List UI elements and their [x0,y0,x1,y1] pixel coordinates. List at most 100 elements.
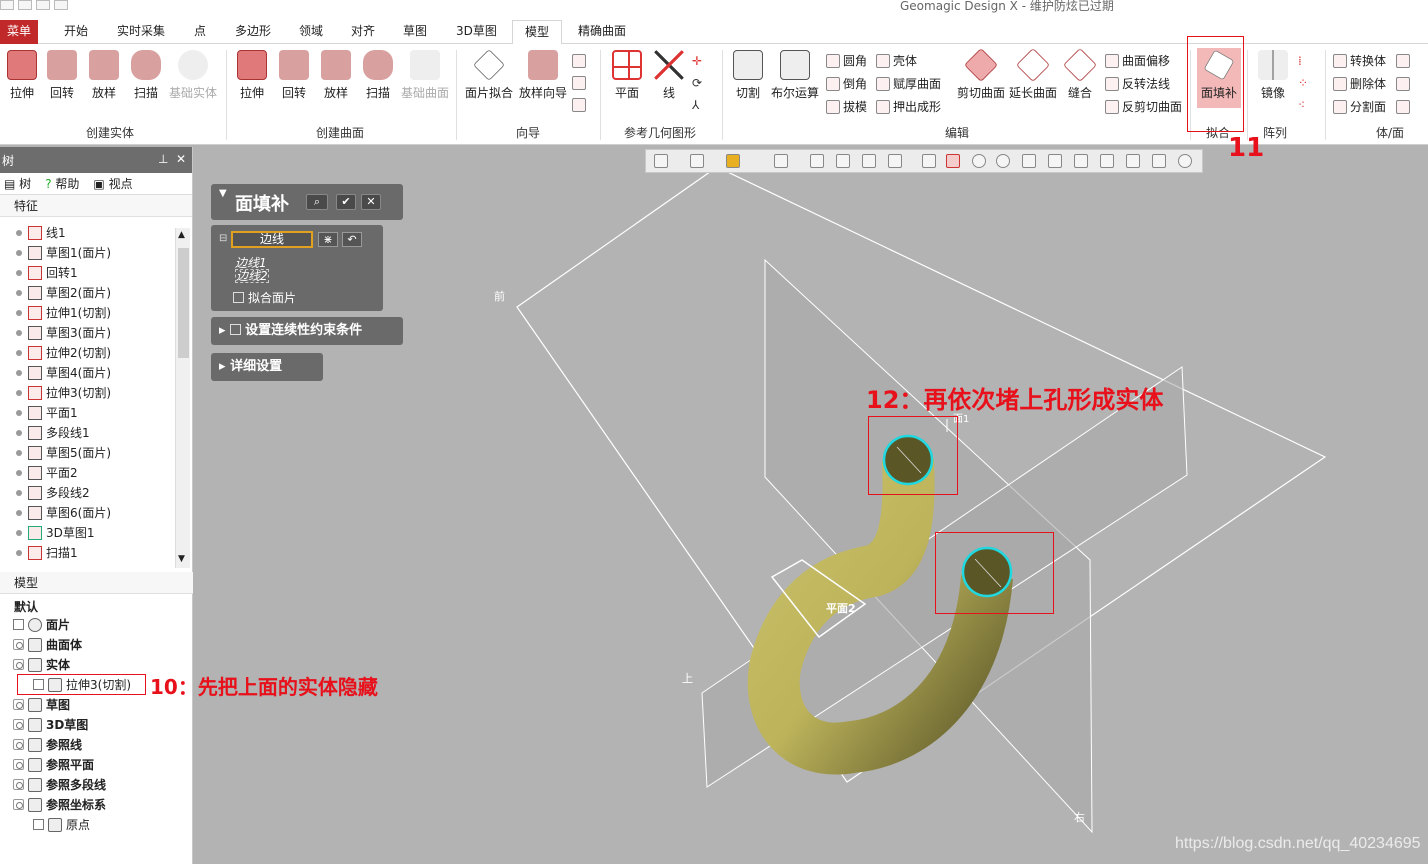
body-face-more-2[interactable] [1396,75,1413,93]
feature-item[interactable]: 拉伸1(切割) [0,303,111,323]
model-item[interactable]: 原点 [0,815,90,835]
eye-icon[interactable] [13,759,24,770]
chamfer-button[interactable]: 倒角 [826,75,867,93]
draft-button[interactable]: 拔模 [826,98,867,116]
tab-model[interactable]: 模型 [512,20,562,45]
ok-button[interactable]: ✔ [336,194,356,210]
solid-extrude-button[interactable]: 拉伸 [0,44,44,101]
solid-base-button[interactable]: 基础实体 [166,44,220,101]
clip-view-icon[interactable] [836,154,850,168]
subtab-help[interactable]: ? 帮助 [45,175,79,192]
feature-item[interactable]: 多段线1 [0,423,90,443]
feature-item[interactable]: 回转1 [0,263,78,283]
view-orient-icon[interactable] [774,154,788,168]
solid-sweep-button[interactable]: 扫描 [124,44,168,101]
undo-selection-button[interactable]: ↶ [342,232,362,247]
edge-item[interactable]: 边线1 [235,257,269,269]
surface-base-button[interactable]: 基础曲面 [398,44,452,101]
feature-item[interactable]: 草图2(面片) [0,283,111,303]
feature-item[interactable]: 草图6(面片) [0,503,111,523]
feature-item[interactable]: 草图4(面片) [0,363,111,383]
feature-item[interactable]: 平面1 [0,403,78,423]
fit-patch-option[interactable]: 拟合面片 [233,289,296,306]
continuity-section[interactable]: ▸ 设置连续性约束条件 [211,317,403,345]
eye-icon[interactable] [13,719,24,730]
untrim-surface-button[interactable]: 反剪切曲面 [1105,98,1182,116]
scroll-down-icon[interactable]: ▼ [178,554,185,564]
ref-coord-button[interactable]: ⅄ [692,96,699,114]
display-mode-icon[interactable] [654,154,668,168]
feature-item[interactable]: 拉伸3(切割) [0,383,111,403]
feature-item[interactable]: 扫描1 [0,543,78,563]
solid-loft-button[interactable]: 放样 [82,44,126,101]
cancel-button[interactable]: ✕ [361,194,381,210]
split-face-button[interactable]: 分割面 [1333,98,1386,116]
circle-select-icon[interactable] [972,154,986,168]
line-select-icon[interactable] [922,154,936,168]
offset-surface-button[interactable]: 曲面偏移 [1105,52,1170,70]
pin-icon[interactable]: ⊥ [158,152,168,166]
freeform-select-icon[interactable] [1022,154,1036,168]
model-item[interactable]: 实体 [0,655,70,675]
array-small-1[interactable]: ⁞ [1298,52,1302,70]
visibility-checkbox[interactable] [33,819,44,830]
array-small-2[interactable]: ⁘ [1298,74,1308,92]
flip-normal-button[interactable]: 反转法线 [1105,75,1170,93]
new-file-icon[interactable] [0,0,14,10]
model-item[interactable]: 3D草图 [0,715,88,735]
edge-selector[interactable]: 边线 [231,231,313,248]
feature-item[interactable]: 拉伸2(切割) [0,343,111,363]
eye-icon[interactable] [13,659,24,670]
subtab-view[interactable]: ▣ 视点 [93,175,132,192]
feature-item[interactable]: 草图3(面片) [0,323,111,343]
paint-select-icon[interactable] [1074,154,1088,168]
model-item[interactable]: 曲面体 [0,635,82,655]
edge-item[interactable]: 边线2 [235,269,269,283]
feature-item[interactable]: 平面2 [0,463,78,483]
wizard-small-2[interactable] [572,74,589,92]
thicken-button[interactable]: 赋厚曲面 [876,75,941,93]
delete-body-button[interactable]: 删除体 [1333,75,1386,93]
shell-button[interactable]: 壳体 [876,52,917,70]
convert-body-button[interactable]: 转换体 [1333,52,1386,70]
array-small-3[interactable]: ⁖ [1298,96,1305,114]
tab-align[interactable]: 对齐 [345,20,381,44]
feature-item[interactable]: 线1 [0,223,66,243]
loft-wizard-button[interactable]: 放样向导 [516,44,570,101]
open-folder-icon[interactable] [36,0,50,10]
feature-item[interactable]: 草图5(面片) [0,443,111,463]
pin-dropdown-icon[interactable]: ▼ [219,188,227,199]
tab-3dsketch[interactable]: 3D草图 [450,20,503,44]
tab-sketch[interactable]: 草图 [397,20,433,44]
close-icon[interactable]: ✕ [176,152,186,166]
scroll-thumb[interactable] [178,248,189,358]
fit-patch-checkbox[interactable] [233,292,244,303]
surface-loft-button[interactable]: 放样 [314,44,358,101]
tab-region[interactable]: 领域 [293,20,329,44]
scroll-up-icon[interactable]: ▲ [178,230,185,240]
transform-icon[interactable] [1152,154,1166,168]
model-item[interactable]: 参照线 [0,735,82,755]
ref-point-button[interactable]: ✛ [692,52,702,70]
split-view-icon[interactable] [862,154,876,168]
feature-tree-scrollbar[interactable]: ▲ ▼ [175,228,190,568]
eye-icon[interactable] [13,639,24,650]
eye-icon[interactable] [13,739,24,750]
section-view-icon[interactable] [810,154,824,168]
preview-button[interactable]: ⌕ [306,194,328,210]
extend-select-icon[interactable] [1100,154,1114,168]
visibility-checkbox[interactable] [13,619,24,630]
subtab-tree[interactable]: ▤ 树 [4,175,31,192]
sew-button[interactable]: 缝合 [1058,44,1102,101]
body-face-more-3[interactable] [1396,98,1413,116]
select-all-button[interactable]: ⋇ [318,232,338,247]
trim-surface-button[interactable]: 剪切曲面 [954,44,1008,101]
feature-item[interactable]: 3D草图1 [0,523,95,543]
tab-home[interactable]: 开始 [58,20,94,44]
fillet-button[interactable]: 圆角 [826,52,867,70]
eye-icon[interactable] [13,699,24,710]
polygon-select-icon[interactable] [996,154,1010,168]
ref-polyline-button[interactable]: ⟳ [692,74,702,92]
solid-revolve-button[interactable]: 回转 [40,44,84,101]
eye-icon[interactable] [13,779,24,790]
